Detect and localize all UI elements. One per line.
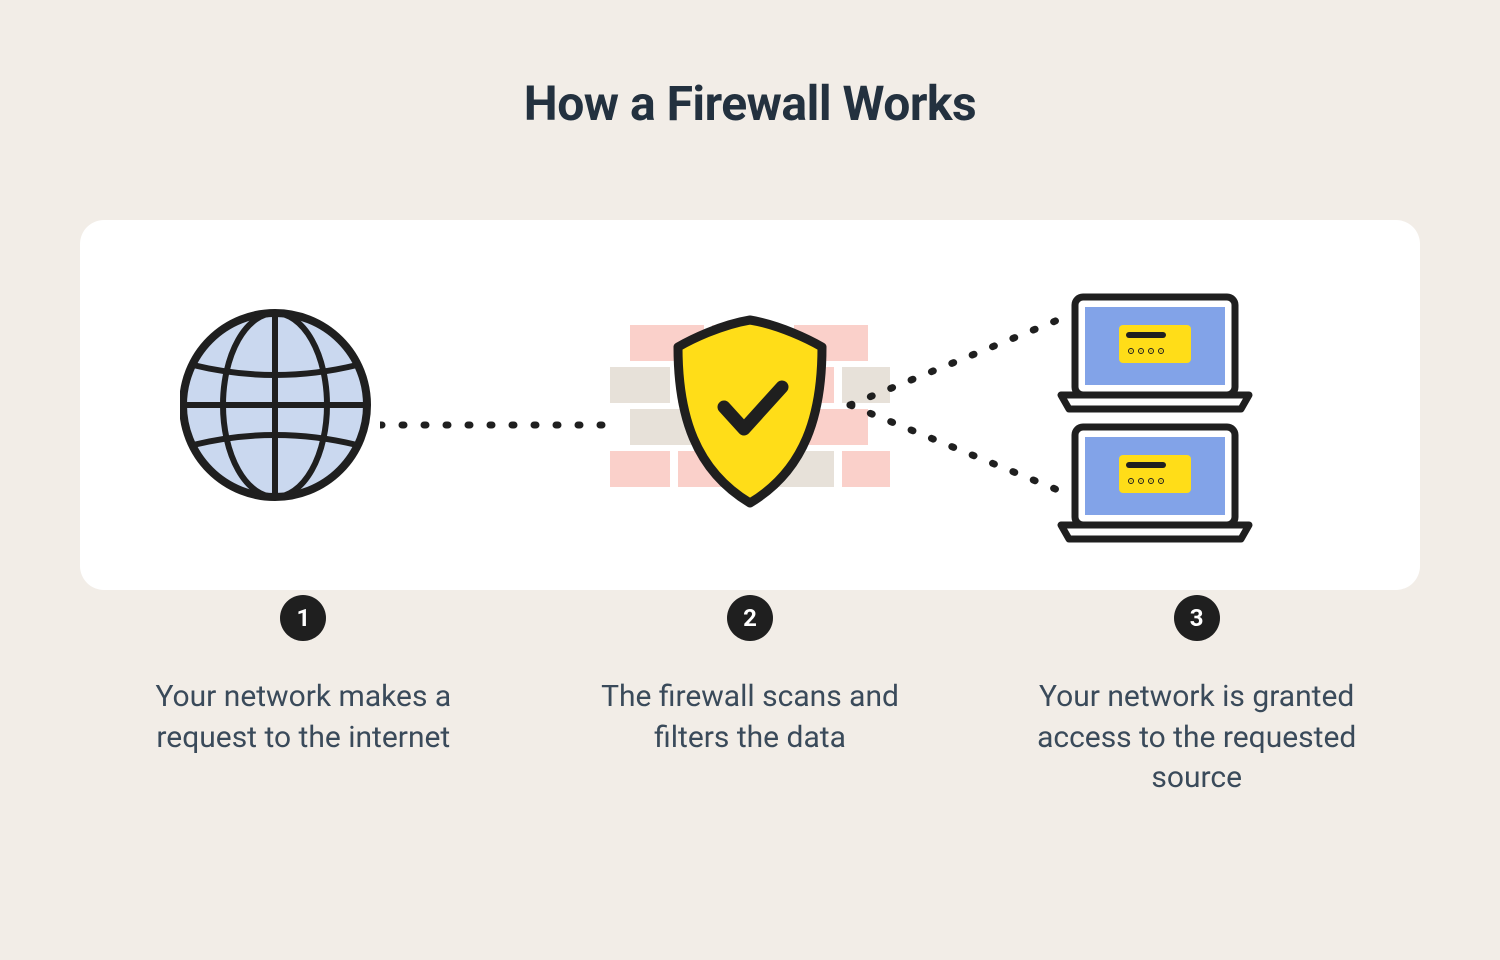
step-desc-3: Your network is granted access to the re…	[1013, 677, 1380, 799]
page-title: How a Firewall Works	[0, 0, 1500, 132]
steps-row: 1 Your network makes a request to the in…	[80, 595, 1420, 799]
step-badge-1: 1	[280, 595, 326, 641]
connector-line	[380, 420, 620, 430]
diagram-card	[80, 220, 1420, 590]
step-1: 1 Your network makes a request to the in…	[80, 595, 527, 799]
step-2: 2 The firewall scans and filters the dat…	[527, 595, 974, 799]
laptops-icon	[990, 265, 1320, 545]
step-3: 3 Your network is granted access to the …	[973, 595, 1420, 799]
step-desc-1: Your network makes a request to the inte…	[120, 677, 487, 758]
globe-icon	[180, 265, 510, 545]
step-badge-3: 3	[1174, 595, 1220, 641]
step-badge-2: 2	[727, 595, 773, 641]
step-desc-2: The firewall scans and filters the data	[567, 677, 934, 758]
